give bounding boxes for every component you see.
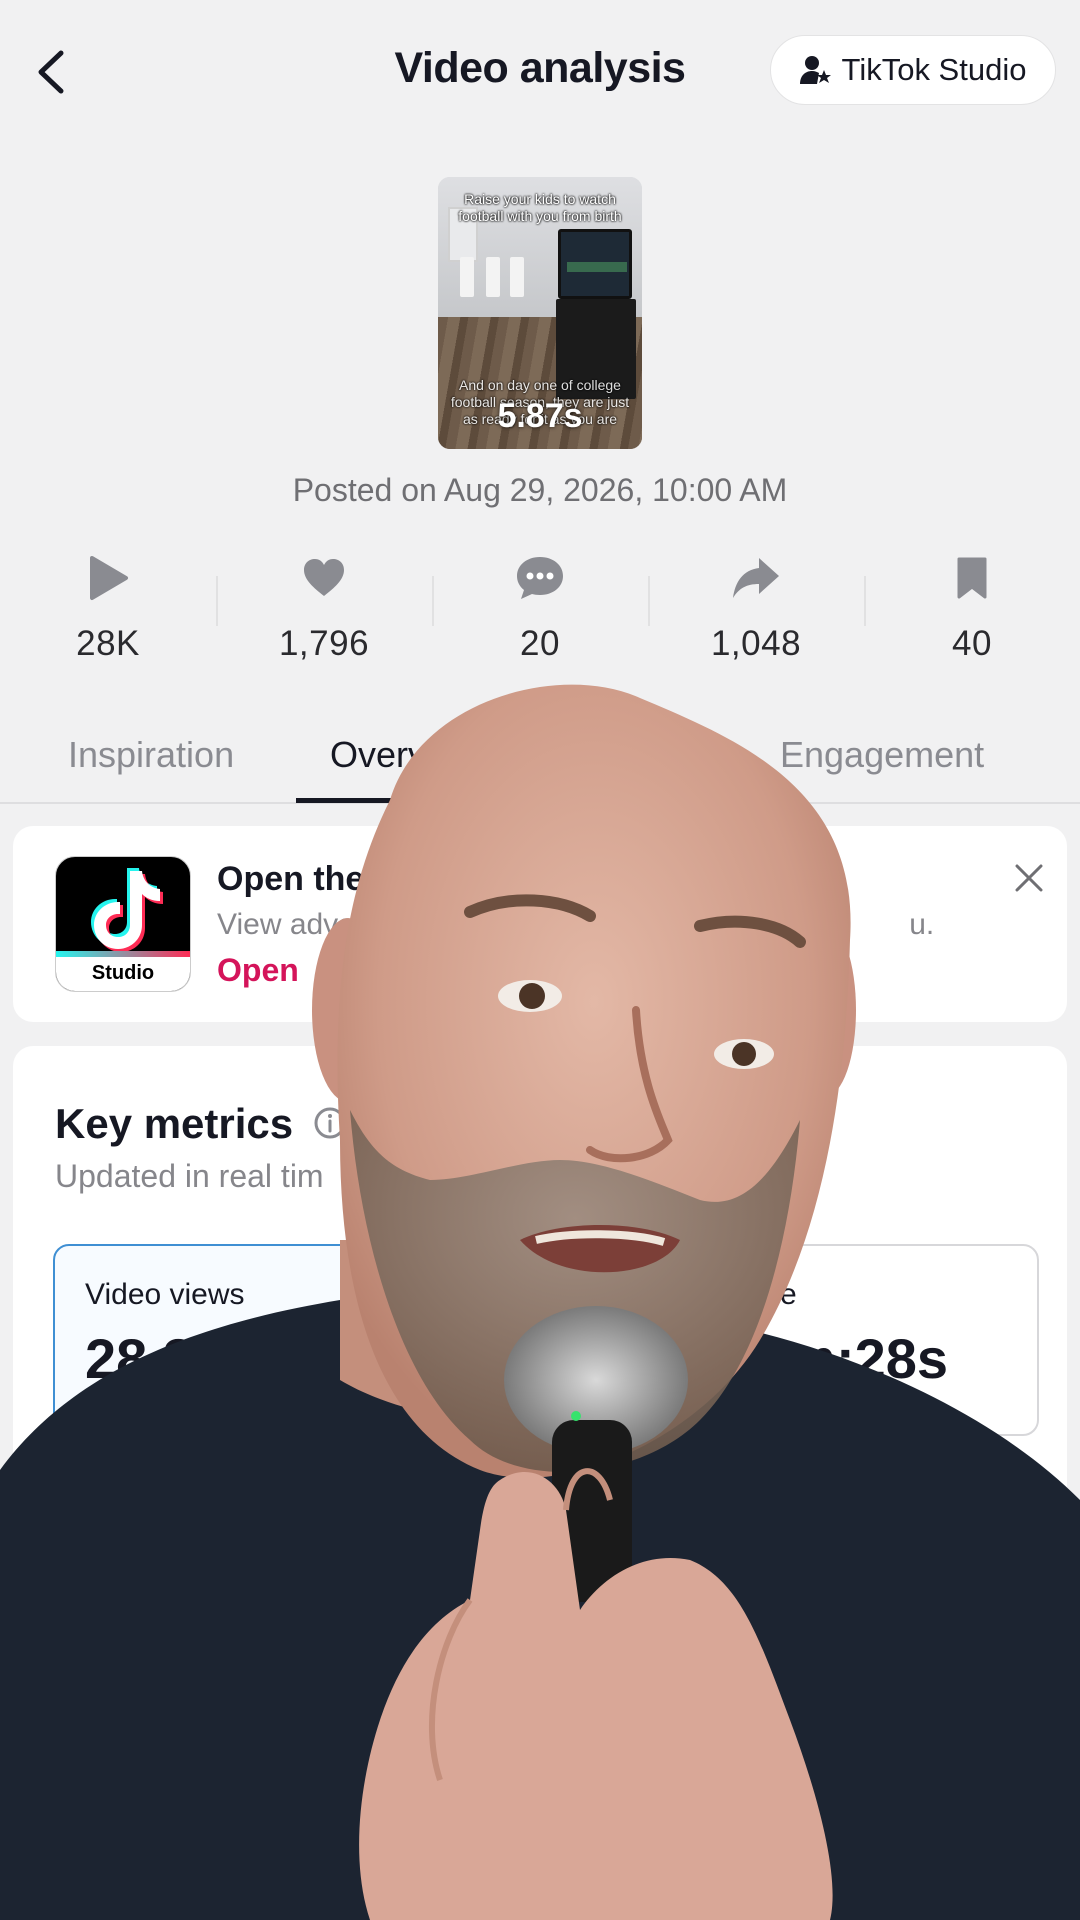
metric-value: 28.3K [85,1327,235,1390]
stat-value: 40 [952,624,992,663]
stats-row: 28K 1,796 20 1,048 40 [0,550,1080,670]
stat-value: 28K [76,624,140,663]
stat-saves: 40 [864,550,1080,670]
thumbnail-chair [510,257,524,297]
thumbnail-tv [558,229,632,299]
key-metrics-title: Key metrics [55,1100,294,1147]
metric-card-watch-time[interactable]: me 4m:28s [553,1244,1039,1436]
banner-description-right: u. [909,908,935,941]
creator-star-icon [799,56,831,84]
video-analysis-screen: Video analysis TikTok Studio Raise your … [0,0,1080,1920]
active-tab-indicator [296,798,500,803]
banner-description: View advanc u. [217,908,934,942]
metric-card-next[interactable] [553,1458,1039,1650]
close-icon [1015,864,1043,892]
tab-engagement[interactable]: Engagement [780,734,984,776]
stat-value: 1,048 [710,624,802,663]
banner-open-link[interactable]: Open [217,952,299,989]
open-studio-banner: Studio Open the Ti View advanc u. Open [13,826,1067,1022]
tab-bar: Inspiration Overview Engagement [0,720,1080,804]
banner-title: Open the Ti [217,860,404,898]
share-icon [733,558,779,598]
banner-close-button[interactable] [1009,858,1049,898]
stat-comments: 20 [432,550,648,670]
video-duration: 5.87s [497,397,583,435]
posted-date: Posted on Aug 29, 2026, 10:00 AM [292,472,788,508]
stat-value: 1,796 [278,624,370,663]
metric-label: me [755,1278,797,1311]
bookmark-icon [957,557,987,599]
key-metrics-subtitle: Updated in real tim [55,1158,324,1194]
stat-shares: 1,048 [648,550,864,670]
tab-overview[interactable]: Overview [330,734,480,776]
tiktok-studio-logo: Studio [55,856,191,992]
thumbnail-chair [460,257,474,297]
header: Video analysis TikTok Studio [0,0,1080,140]
banner-description-left: View advanc [217,908,387,941]
tiktok-note-icon [91,868,163,952]
heart-icon [304,559,344,596]
metric-label: Video views [85,1278,245,1311]
studio-button-label: TikTok Studio [841,52,1027,87]
comment-icon [517,557,563,599]
key-metrics-card: Key metrics Updated in real tim Video vi… [13,1046,1067,1920]
stat-value: 20 [520,624,560,663]
stat-views: 28K [0,550,216,670]
play-icon [90,556,128,600]
metric-value: 4m:28s [755,1327,949,1390]
thumbnail-chair [486,257,500,297]
video-thumbnail[interactable]: Raise your kids to watch football with y… [438,177,642,449]
stat-likes: 1,796 [216,550,432,670]
tiktok-studio-button[interactable]: TikTok Studio [770,35,1056,105]
info-icon[interactable] [313,1106,347,1140]
tab-inspiration[interactable]: Inspiration [68,734,234,776]
logo-label: Studio [56,951,190,991]
thumbnail-caption-top: Raise your kids to watch football with y… [458,191,622,224]
metric-card-video-views[interactable]: Video views 28.3K [53,1244,539,1436]
